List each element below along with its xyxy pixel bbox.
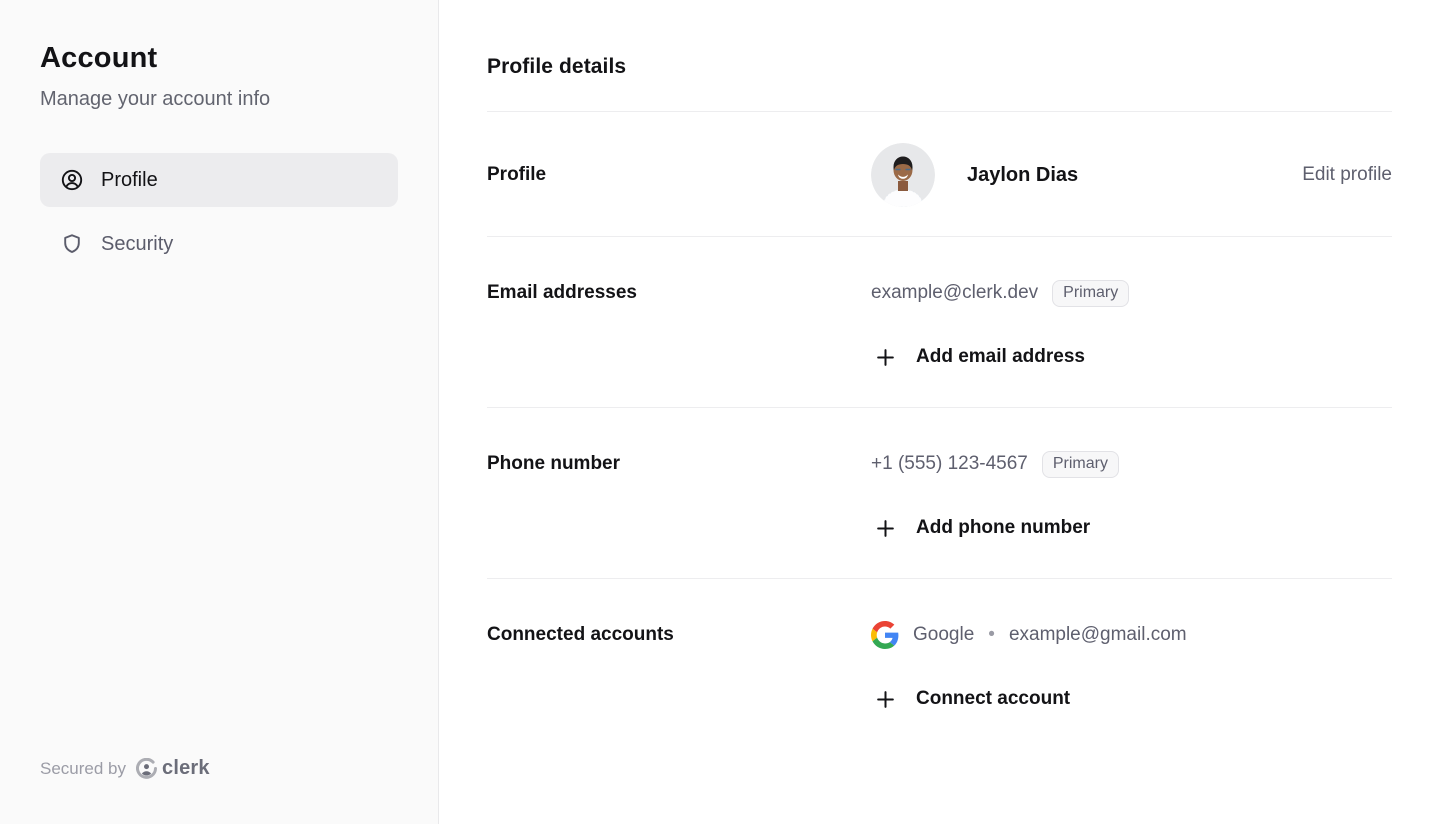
- edit-profile-button[interactable]: Edit profile: [1302, 164, 1392, 186]
- connect-account-button[interactable]: Connect account: [871, 683, 1392, 715]
- add-phone-label: Add phone number: [916, 517, 1090, 539]
- primary-badge: Primary: [1042, 451, 1119, 478]
- dot-separator: •: [988, 624, 995, 646]
- email-value: example@clerk.dev: [871, 282, 1038, 304]
- add-email-button[interactable]: Add email address: [871, 341, 1392, 373]
- sidebar-item-security[interactable]: Security: [40, 217, 398, 271]
- google-icon: [871, 621, 899, 649]
- secured-by-footer: Secured by clerk: [40, 757, 210, 780]
- clerk-wordmark: clerk: [162, 757, 210, 780]
- sidebar-item-label: Security: [101, 233, 173, 256]
- email-addresses-section: Email addresses example@clerk.dev Primar…: [487, 237, 1392, 407]
- user-circle-icon: [60, 168, 84, 192]
- page-title: Profile details: [487, 0, 1392, 79]
- plus-icon: [875, 518, 896, 539]
- phone-row: +1 (555) 123-4567 Primary: [871, 448, 1392, 480]
- profile-details-panel: Profile details Profile: [439, 0, 1440, 824]
- connect-account-label: Connect account: [916, 688, 1070, 710]
- provider-name: Google: [913, 624, 974, 646]
- plus-icon: [875, 689, 896, 710]
- account-title: Account: [40, 42, 398, 75]
- plus-icon: [875, 347, 896, 368]
- phone-section-label: Phone number: [487, 448, 871, 480]
- clerk-logo-icon: [136, 758, 157, 779]
- account-subtitle: Manage your account info: [40, 88, 398, 111]
- phone-value: +1 (555) 123-4567: [871, 453, 1028, 475]
- sidebar-nav: Profile Security: [40, 153, 398, 271]
- connected-email-value: example@gmail.com: [1009, 624, 1187, 646]
- secured-by-text: Secured by: [40, 759, 126, 779]
- add-email-label: Add email address: [916, 346, 1085, 368]
- sidebar-item-profile[interactable]: Profile: [40, 153, 398, 207]
- avatar: [871, 143, 935, 207]
- connected-accounts-section: Connected accounts Google • example@gmai…: [487, 579, 1392, 749]
- phone-number-section: Phone number +1 (555) 123-4567 Primary A…: [487, 408, 1392, 578]
- connected-section-label: Connected accounts: [487, 619, 871, 651]
- profile-section: Profile Jaylon Dias: [487, 112, 1392, 236]
- add-phone-button[interactable]: Add phone number: [871, 512, 1392, 544]
- profile-name: Jaylon Dias: [967, 164, 1078, 187]
- primary-badge: Primary: [1052, 280, 1129, 307]
- sidebar: Account Manage your account info Profile…: [0, 0, 439, 824]
- profile-row-label: Profile: [487, 143, 871, 207]
- email-section-label: Email addresses: [487, 277, 871, 309]
- sidebar-item-label: Profile: [101, 169, 158, 192]
- email-row: example@clerk.dev Primary: [871, 277, 1392, 309]
- connected-account-row: Google • example@gmail.com: [871, 619, 1392, 651]
- shield-icon: [60, 232, 84, 256]
- clerk-brand-link[interactable]: clerk: [136, 757, 210, 780]
